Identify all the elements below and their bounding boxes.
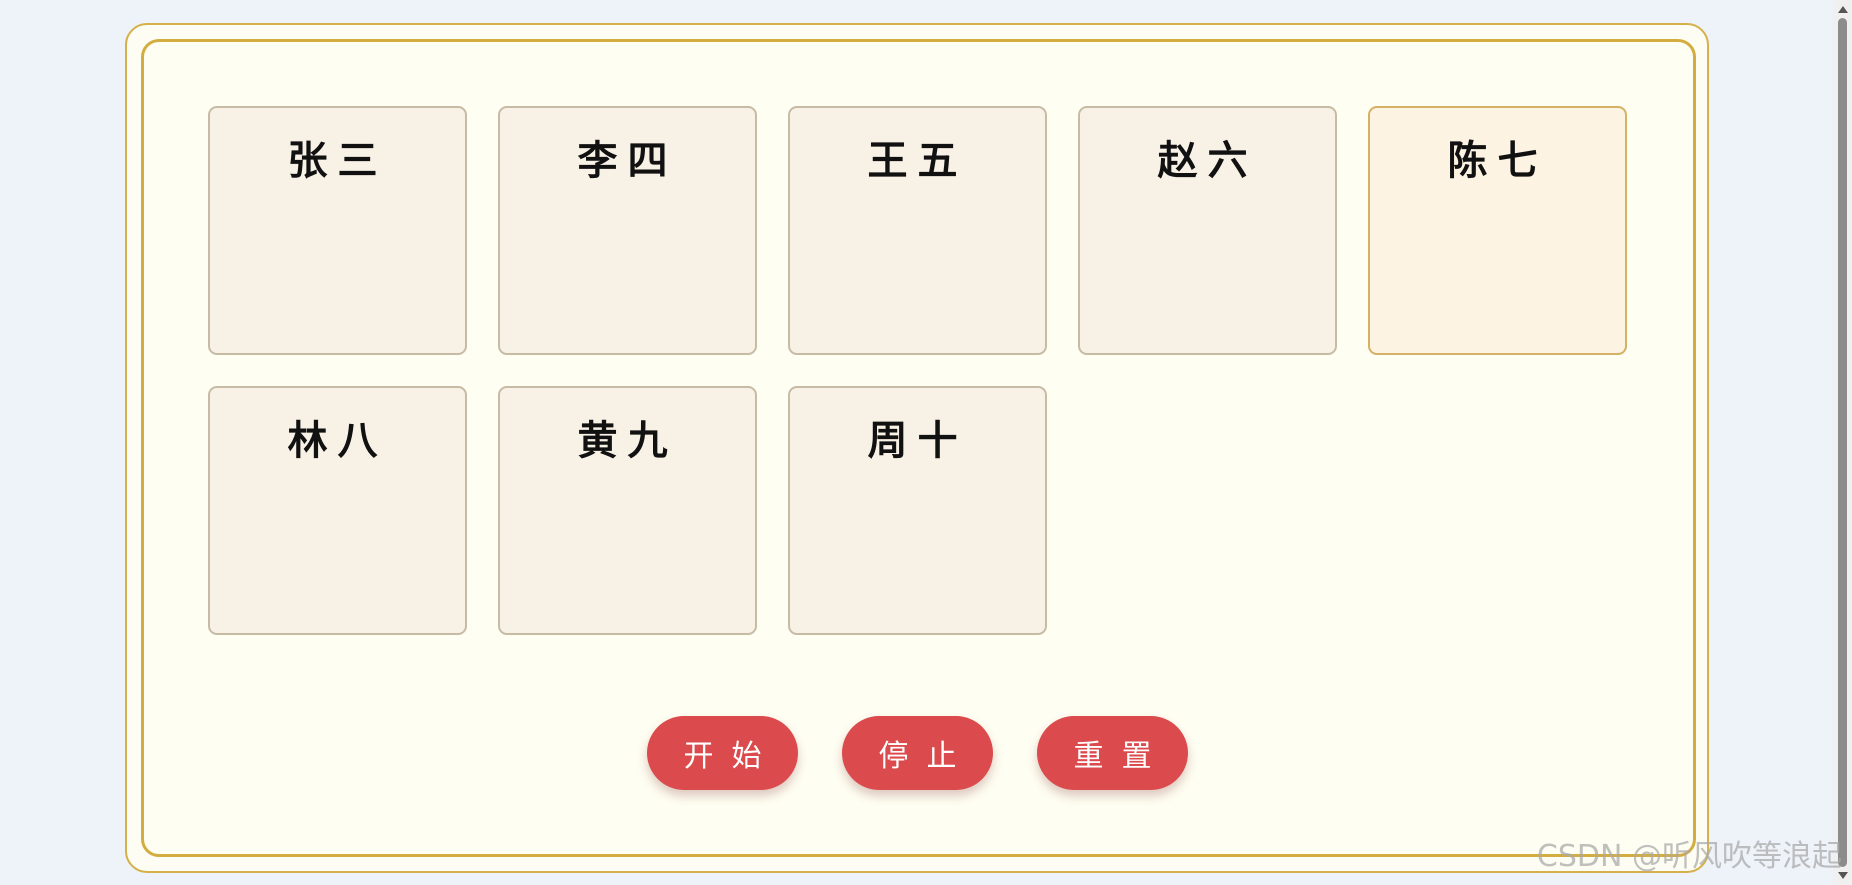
control-buttons: 开始 停止 重置 (647, 716, 1188, 790)
name-card-highlighted[interactable]: 陈七 (1368, 106, 1627, 355)
card-name: 王五 (867, 137, 968, 184)
name-card[interactable]: 张三 (208, 106, 467, 355)
card-name: 周十 (867, 417, 968, 464)
name-card[interactable]: 王五 (788, 106, 1047, 355)
watermark: CSDN @听风吹等浪起 (1536, 839, 1842, 874)
scroll-thumb[interactable] (1838, 18, 1847, 867)
name-card[interactable]: 赵六 (1078, 106, 1337, 355)
card-name: 张三 (287, 137, 388, 184)
reset-button[interactable]: 重置 (1037, 716, 1188, 790)
name-card[interactable]: 李四 (498, 106, 757, 355)
start-button[interactable]: 开始 (647, 716, 798, 790)
card-name: 赵六 (1157, 137, 1258, 184)
name-card[interactable]: 黄九 (498, 386, 757, 635)
card-name: 李四 (577, 137, 678, 184)
stop-button[interactable]: 停止 (842, 716, 993, 790)
card-name: 林八 (287, 417, 388, 464)
name-card[interactable]: 林八 (208, 386, 467, 635)
scroll-up-icon[interactable] (1838, 6, 1848, 13)
card-name: 黄九 (577, 417, 678, 464)
card-name: 陈七 (1447, 137, 1548, 184)
name-card-grid: 张三 李四 王五 赵六 陈七 林八 黄九 周十 (208, 106, 1629, 635)
name-card[interactable]: 周十 (788, 386, 1047, 635)
vertical-scrollbar[interactable] (1833, 0, 1852, 885)
